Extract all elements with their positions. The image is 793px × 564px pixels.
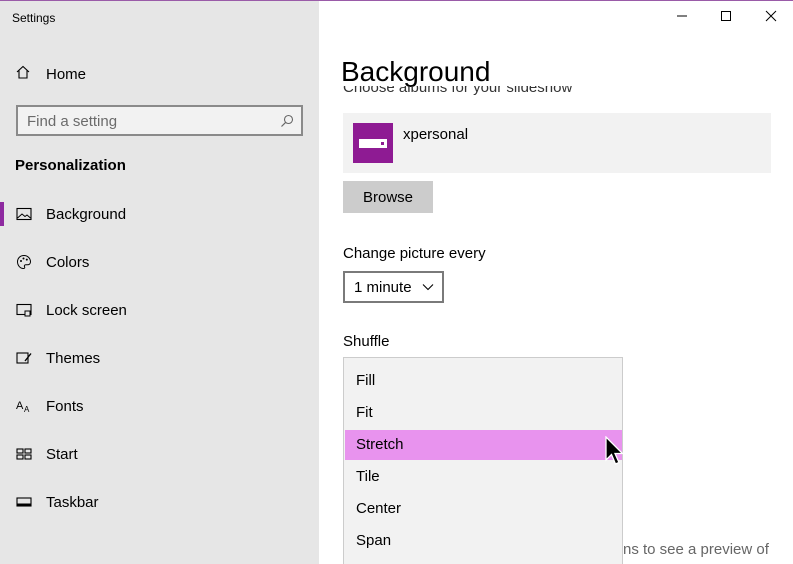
sidebar-item-taskbar[interactable]: Taskbar	[0, 478, 319, 526]
change-picture-label: Change picture every	[343, 245, 486, 262]
sidebar-item-start[interactable]: Start	[0, 430, 319, 478]
sidebar-item-label: Lock screen	[46, 301, 127, 319]
sidebar-item-colors[interactable]: Colors	[0, 238, 319, 286]
option-span[interactable]: Span	[345, 526, 622, 556]
themes-brush-icon	[16, 350, 32, 366]
picture-icon	[16, 206, 32, 222]
option-stretch[interactable]: Stretch	[345, 430, 622, 460]
window-title: Settings	[12, 11, 56, 25]
sidebar-item-label: Background	[46, 205, 127, 223]
mouse-cursor-icon	[604, 435, 625, 466]
option-fit[interactable]: Fit	[345, 398, 622, 428]
section-title: Personalization	[15, 157, 126, 174]
sidebar-item-background[interactable]: Background	[0, 190, 319, 238]
home-label: Home	[46, 65, 87, 83]
change-picture-dropdown[interactable]: 1 minute	[343, 271, 444, 303]
search-placeholder: Find a setting	[27, 113, 118, 130]
shuffle-label: Shuffle	[343, 333, 390, 350]
preview-hint-text: ns to see a preview of	[623, 541, 769, 558]
sidebar-item-label: Taskbar	[46, 493, 99, 511]
option-tile[interactable]: Tile	[345, 462, 622, 492]
sidebar: Settings Home Find a setting Personaliza…	[0, 1, 319, 564]
home-link[interactable]: Home	[15, 63, 86, 85]
sidebar-item-label: Colors	[46, 253, 90, 271]
minimize-icon	[677, 15, 687, 17]
fit-options-dropdown: Fill Fit Stretch Tile Center Span	[343, 357, 623, 564]
chevron-down-icon	[422, 284, 434, 291]
search-icon	[281, 114, 294, 127]
close-button[interactable]	[748, 1, 793, 31]
option-center[interactable]: Center	[345, 494, 622, 524]
sidebar-item-themes[interactable]: Themes	[0, 334, 319, 382]
lock-screen-icon	[16, 302, 32, 318]
sidebar-item-lock-screen[interactable]: Lock screen	[0, 286, 319, 334]
page-title: Background	[341, 56, 491, 87]
albums-label: Choose albums for your slideshow	[343, 86, 643, 104]
albums-label-text: Choose albums for your slideshow	[343, 86, 573, 96]
sidebar-item-label: Themes	[46, 349, 101, 367]
sidebar-item-label: Fonts	[46, 397, 84, 415]
taskbar-icon	[16, 494, 32, 510]
album-name: xpersonal	[403, 126, 469, 143]
album-thumbnail	[353, 123, 393, 163]
album-item[interactable]: xpersonal	[343, 113, 771, 173]
sidebar-item-fonts[interactable]: AA Fonts	[0, 382, 319, 430]
fonts-icon: AA	[16, 398, 32, 414]
album-thumbnail-dot	[381, 142, 384, 145]
browse-button[interactable]: Browse	[343, 181, 433, 213]
home-icon	[15, 64, 31, 85]
maximize-button[interactable]	[703, 1, 749, 31]
palette-icon	[16, 254, 32, 270]
option-fill[interactable]: Fill	[345, 366, 622, 396]
maximize-icon	[721, 11, 731, 21]
minimize-button[interactable]	[659, 1, 705, 31]
svg-text:A: A	[24, 405, 30, 414]
sidebar-item-label: Start	[46, 445, 78, 463]
close-icon	[765, 10, 777, 22]
search-input[interactable]: Find a setting	[16, 105, 303, 136]
change-picture-value: 1 minute	[354, 279, 412, 296]
svg-text:A: A	[16, 400, 24, 412]
sidebar-nav: Background Colors Lock screen Themes AA …	[0, 190, 319, 526]
start-tiles-icon	[16, 446, 32, 462]
